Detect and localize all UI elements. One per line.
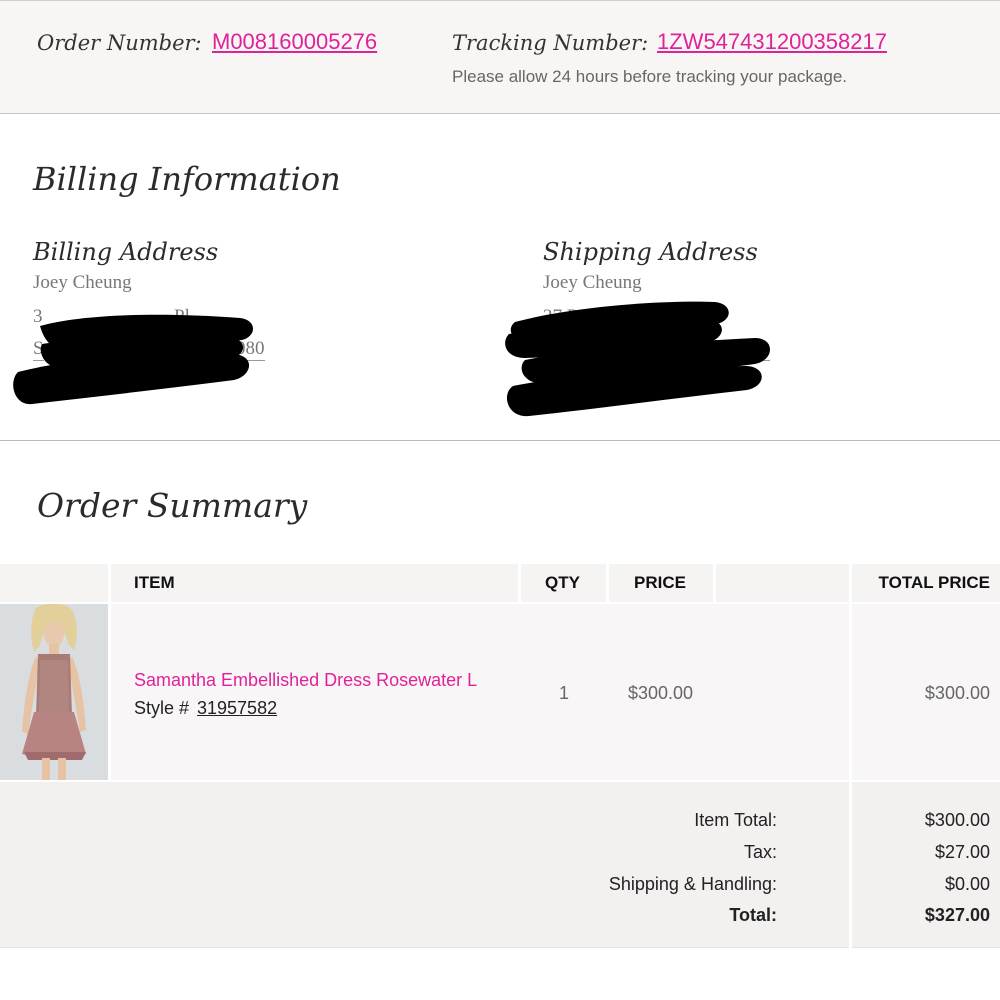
order-number-label: Order Number: — [37, 31, 202, 55]
shipping-address-name: Joey Cheung — [543, 272, 642, 293]
column-divider — [108, 564, 111, 602]
column-divider — [849, 782, 852, 948]
column-divider — [606, 564, 609, 602]
style-number-link[interactable]: 31957582 — [197, 698, 277, 719]
item-total-value: $300.00 — [924, 810, 990, 830]
column-divider — [849, 564, 852, 602]
billing-information-heading: Billing Information — [33, 160, 341, 198]
tax-value: $27.00 — [934, 842, 990, 862]
style-label: Style # — [134, 698, 190, 718]
tracking-number-label: Tracking Number: — [452, 31, 649, 55]
section-divider — [0, 440, 1000, 441]
order-tracking-band: Order Number: M008160005276 Tracking Num… — [0, 0, 1000, 114]
product-name-link[interactable]: Samantha Embellished Dress Rosewater L — [134, 670, 477, 691]
billing-address-redaction — [13, 314, 254, 405]
product-thumbnail[interactable] — [0, 604, 109, 780]
column-header-total-price: TOTAL PRICE — [878, 573, 990, 592]
shipping-handling-label: Shipping & Handling: — [608, 874, 777, 894]
billing-address-heading: Billing Address — [33, 238, 219, 266]
column-divider — [518, 604, 521, 780]
tax-label: Tax: — [743, 842, 777, 862]
column-header-item: ITEM — [134, 573, 175, 592]
column-divider — [849, 604, 852, 780]
column-divider — [108, 604, 111, 780]
shipping-address-heading: Shipping Address — [543, 238, 758, 266]
column-divider — [713, 564, 716, 602]
dress-photo-image — [0, 604, 109, 780]
order-total-label: Total: — [729, 905, 777, 925]
order-number-link[interactable]: M008160005276 — [212, 29, 377, 55]
shipping-address-redaction — [505, 301, 770, 417]
item-qty: 1 — [559, 683, 570, 703]
order-totals: Item Total: $300.00 Tax: $27.00 Shipping… — [0, 782, 1000, 948]
tracking-number-link[interactable]: 1ZW547431200358217 — [657, 29, 887, 55]
table-header: ITEM QTY PRICE TOTAL PRICE — [0, 564, 1000, 602]
tracking-note: Please allow 24 hours before tracking yo… — [452, 67, 848, 86]
column-header-qty: QTY — [545, 573, 580, 592]
shipping-handling-value: $0.00 — [944, 874, 990, 894]
billing-address-name: Joey Cheung — [33, 272, 132, 293]
order-summary-heading: Order Summary — [37, 486, 308, 525]
order-total-value: $327.00 — [924, 905, 990, 925]
column-divider — [518, 564, 521, 602]
table-row: Samantha Embellished Dress Rosewater L 1… — [0, 604, 1000, 780]
item-total-price: $300.00 — [924, 683, 990, 703]
column-header-price: PRICE — [634, 573, 686, 592]
item-total-label: Item Total: — [694, 810, 777, 830]
item-price: $300.00 — [628, 683, 694, 703]
